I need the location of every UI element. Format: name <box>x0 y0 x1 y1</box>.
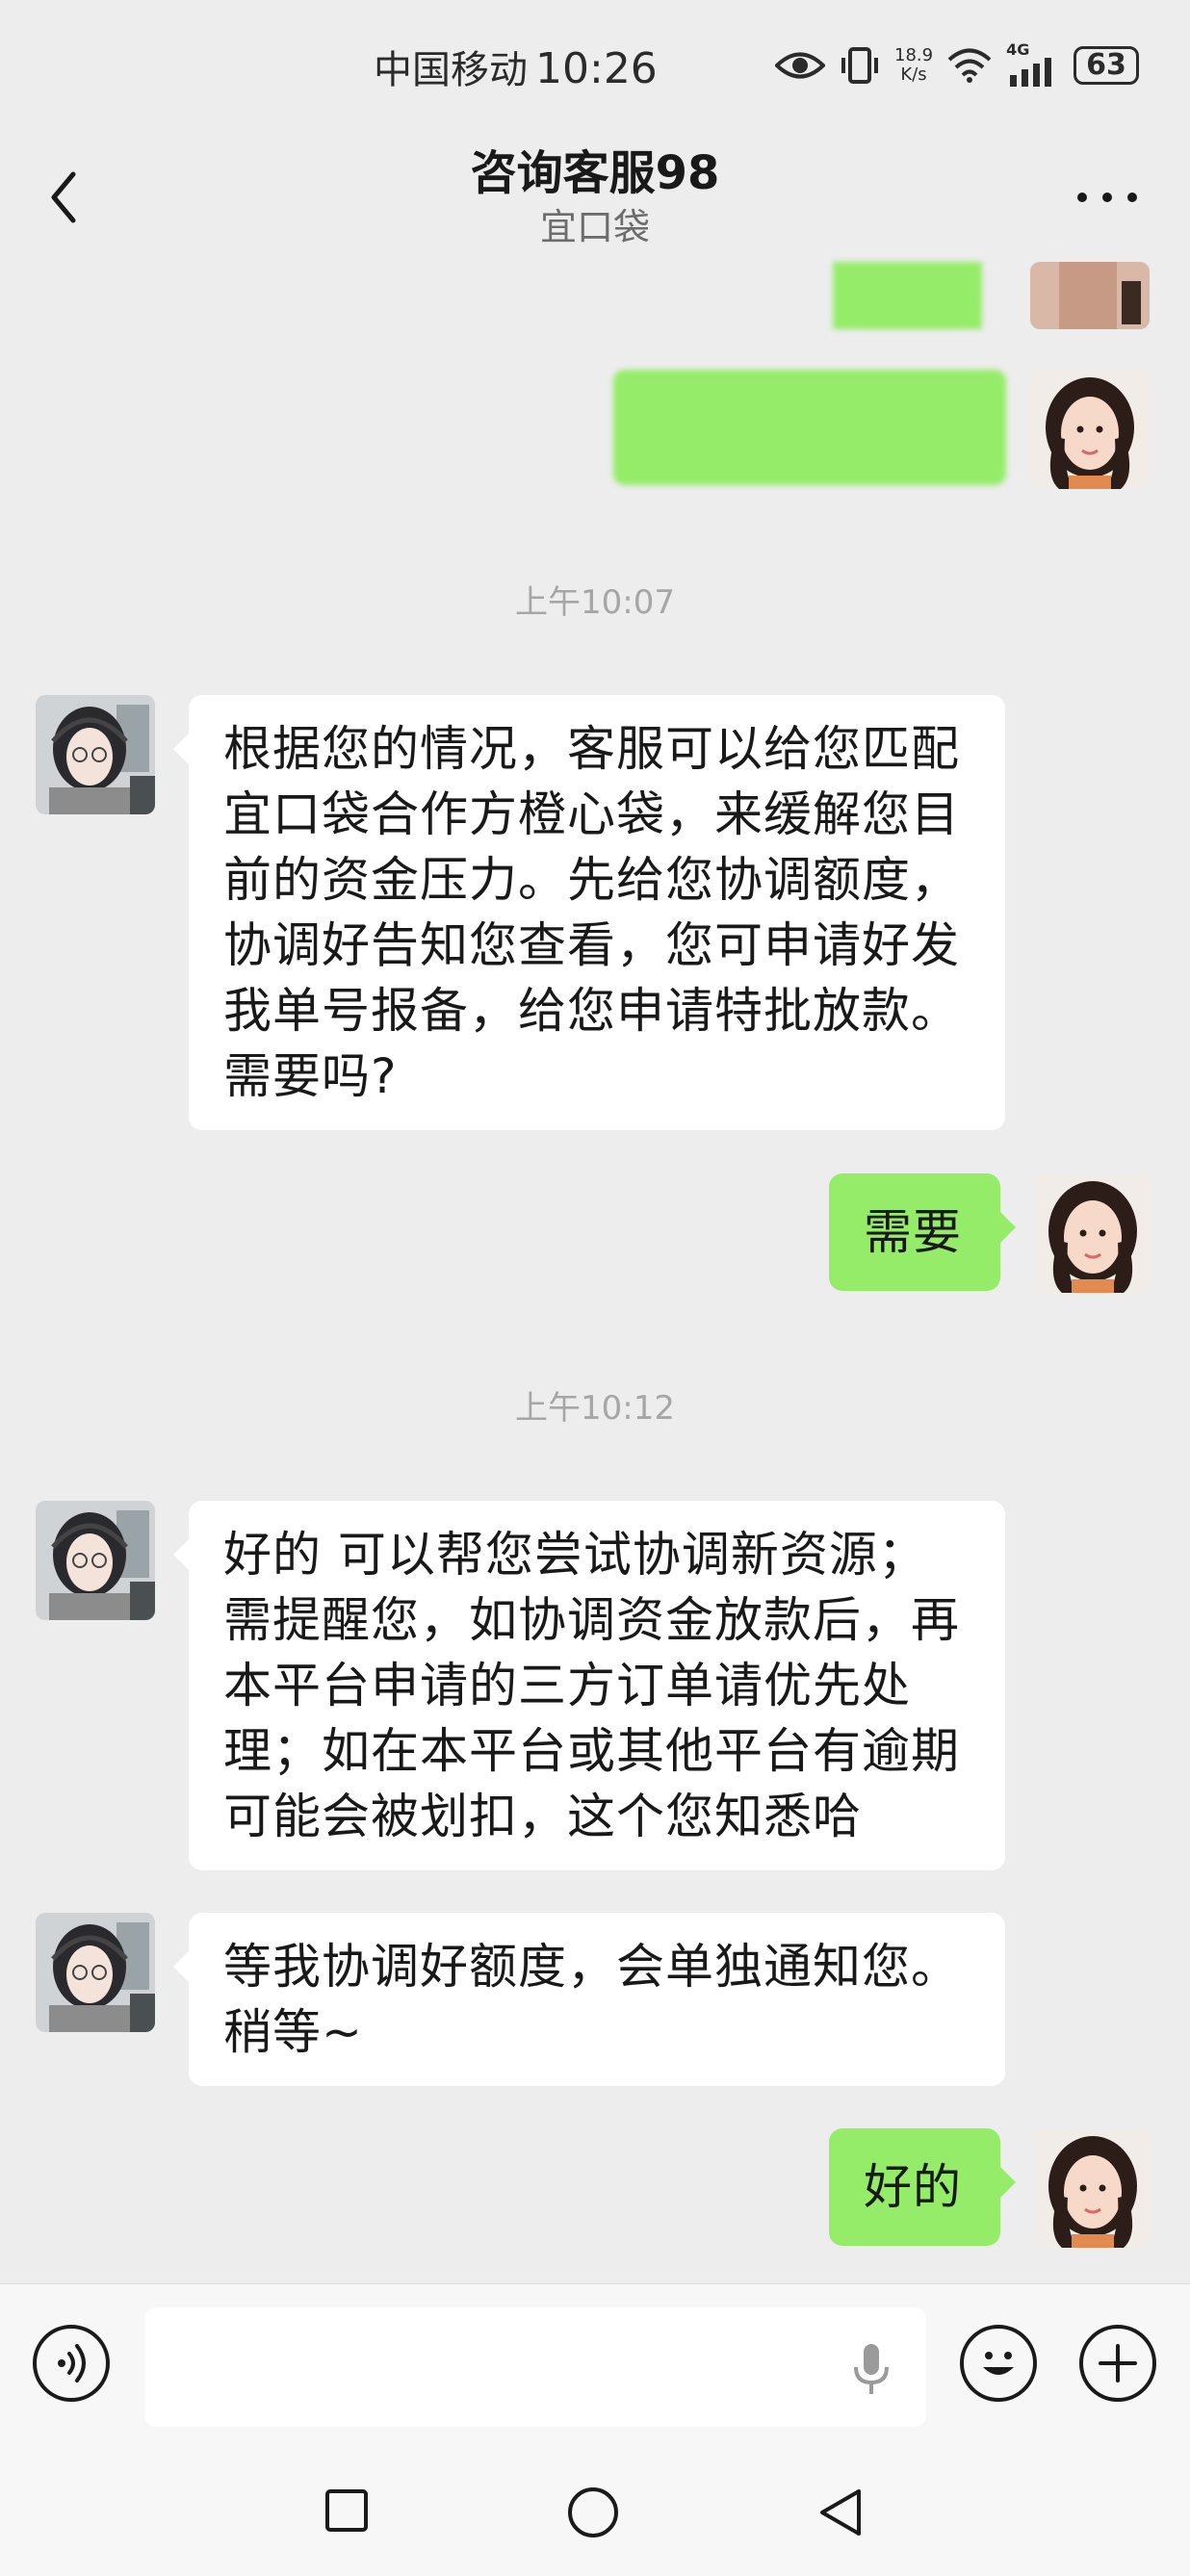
vibrate-icon <box>841 47 878 84</box>
self-avatar[interactable] <box>1030 370 1150 489</box>
agent-message[interactable]: 等我协调好额度，会单独通知您。稍等~ <box>173 1913 1005 2086</box>
message-text: 需要 <box>864 1204 962 1260</box>
battery-indicator: 63 <box>1074 46 1139 85</box>
clock: 10:26 <box>535 44 658 93</box>
plus-button[interactable] <box>1079 2325 1156 2402</box>
blurred-message-bubble <box>613 370 1006 485</box>
message-text: 好的 <box>864 2159 962 2215</box>
blurred-message-bubble <box>833 262 982 329</box>
self-message[interactable]: 好的 <box>829 2128 1016 2246</box>
system-nav-bar <box>0 2443 1190 2576</box>
message-text: 好的 可以帮您尝试协调新资源；需提醒您，如协调资金放款后，再本平台申请的三方订单… <box>223 1527 960 1844</box>
mic-icon[interactable] <box>847 2342 895 2396</box>
timestamp: 上午10:12 <box>515 1389 675 1428</box>
triangle-nav-icon[interactable] <box>816 2486 865 2539</box>
net-speed-unit: K/s <box>900 64 927 85</box>
agent-avatar[interactable] <box>36 1913 155 2032</box>
agent-message[interactable]: 好的 可以帮您尝试协调新资源；需提醒您，如协调资金放款后，再本平台申请的三方订单… <box>173 1501 1005 1870</box>
wifi-icon <box>947 48 992 83</box>
circle-nav-icon[interactable] <box>566 2486 620 2539</box>
timestamp: 上午10:07 <box>515 583 675 622</box>
emoji-icon <box>983 2352 1014 2375</box>
emoji-button[interactable] <box>960 2325 1037 2402</box>
agent-avatar[interactable] <box>36 695 155 814</box>
net-speed-value: 18.9 <box>894 45 934 65</box>
more-icon[interactable] <box>1069 178 1146 217</box>
square-nav-icon[interactable] <box>323 2487 370 2534</box>
voice-icon <box>58 2344 86 2383</box>
self-avatar[interactable] <box>1033 1173 1152 1293</box>
carrier: 中国移动 10:26 <box>374 39 658 94</box>
chat-title: 咨询客服98 <box>470 146 720 200</box>
status-bar: 中国移动 10:26 18.9 K/s 4G 63 <box>0 0 1190 130</box>
chat-subtitle: 宜口袋 <box>539 206 650 248</box>
message-text: 根据您的情况，客服可以给您匹配宜口袋合作方橙心袋，来缓解您目前的资金压力。先给您… <box>223 721 960 1104</box>
eye-icon <box>775 52 825 79</box>
chat-header: 咨询客服98 宜口袋 <box>0 130 1190 265</box>
net-speed: 18.9 K/s <box>894 46 933 85</box>
agent-message[interactable]: 根据您的情况，客服可以给您匹配宜口袋合作方橙心袋，来缓解您目前的资金压力。先给您… <box>173 695 1005 1130</box>
carrier-name: 中国移动 <box>374 48 528 92</box>
agent-avatar[interactable] <box>36 1501 155 1620</box>
signal-icon: 4G <box>1006 40 1060 87</box>
plus-icon <box>1099 2344 1137 2383</box>
self-avatar[interactable] <box>1033 2128 1152 2248</box>
voice-button[interactable] <box>33 2325 110 2402</box>
message-input[interactable] <box>144 2307 926 2427</box>
self-message[interactable]: 需要 <box>829 1173 1016 1291</box>
self-avatar[interactable] <box>1030 262 1150 329</box>
status-icons: 18.9 K/s 4G 63 <box>775 39 1139 92</box>
input-bar <box>0 2283 1190 2444</box>
message-text: 等我协调好额度，会单独通知您。稍等~ <box>223 1939 960 2060</box>
